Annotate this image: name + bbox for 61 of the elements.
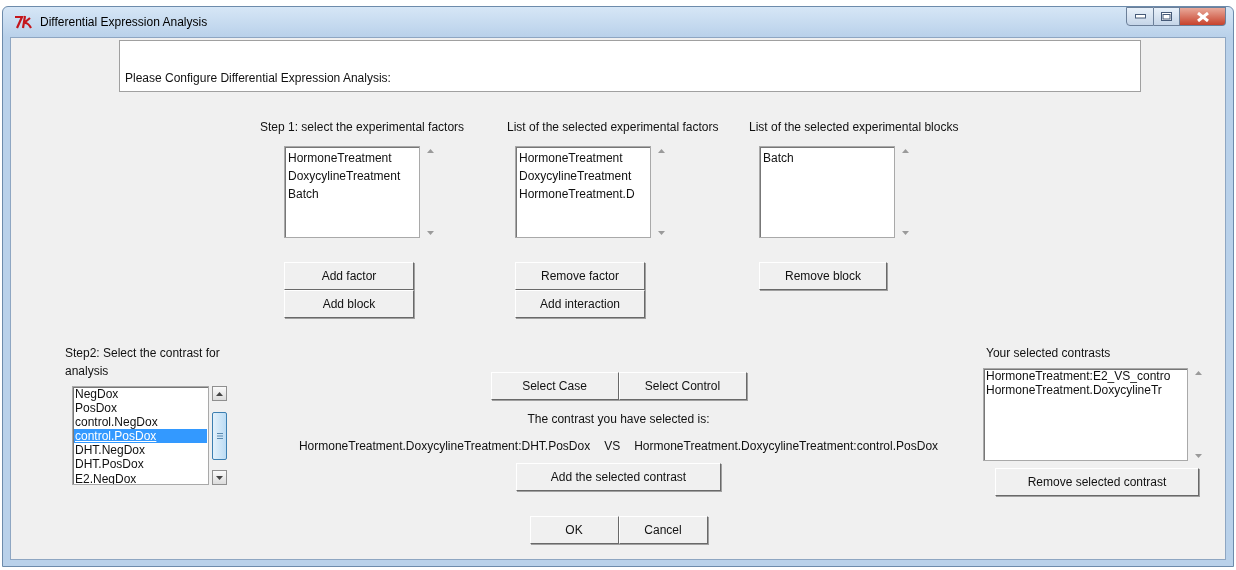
list-item[interactable]: HormoneTreatment (287, 149, 417, 167)
prompt-text: The contrast you have selected is: (527, 411, 710, 428)
list-item[interactable]: PosDox (74, 401, 207, 416)
column-label: List of the selected experimental factors (507, 119, 720, 136)
close-icon (1196, 11, 1209, 22)
list-item[interactable]: HormoneTreatment:E2_VS_contro (985, 369, 1186, 384)
list-item[interactable]: Batch (762, 149, 892, 167)
remove-contrast-button[interactable]: Remove selected contrast (995, 468, 1199, 496)
scroll-down-icon[interactable] (657, 231, 665, 235)
list-item[interactable]: HormoneTreatment.D (518, 185, 648, 203)
contrast-control: HormoneTreatment.DoxycylineTreatment:control.PosDox (634, 437, 939, 455)
vs-text: VS (604, 438, 621, 455)
scroll-down-icon[interactable] (901, 231, 909, 235)
scroll-thumb[interactable] (212, 411, 227, 460)
column-label: List of the selected experimental blocks (749, 119, 960, 136)
list-item[interactable]: DHT.PosDox (74, 457, 207, 472)
column-label: Step 1: select the experimental factors (260, 119, 466, 136)
list-box[interactable]: HormoneTreatment DoxycylineTreatment HormoneTreatment.D (515, 146, 651, 238)
list-item[interactable]: HormoneTreatment (518, 149, 648, 167)
list-item[interactable]: NegDox (74, 387, 207, 402)
window-title: Differential Expression Analysis (40, 14, 208, 31)
scroll-up-icon[interactable] (901, 149, 909, 153)
list-box[interactable]: HormoneTreatment DoxycylineTreatment Batch (284, 146, 420, 238)
maximize-icon (1161, 12, 1172, 21)
list-item[interactable]: DHT.NegDox (74, 443, 207, 458)
action-button[interactable]: Add factor (284, 262, 414, 290)
contrast-case: HormoneTreatment.DoxycylineTreatment:DHT.PosDox (298, 438, 591, 455)
maximize-button[interactable] (1154, 7, 1180, 26)
scroll-down-icon[interactable] (1194, 454, 1202, 458)
section-label: Step2: Select the contrast for analysis (65, 345, 221, 380)
scroll-down-icon[interactable] (426, 231, 434, 235)
action-button[interactable]: Add block (284, 290, 414, 318)
dialog-button[interactable]: OK (529, 516, 619, 544)
scroll-up-button[interactable] (212, 386, 227, 401)
minimize-button[interactable] (1126, 7, 1154, 26)
action-button[interactable]: Select Case (490, 372, 619, 400)
scroll-up-icon[interactable] (1194, 371, 1202, 375)
header-text: Please Configure Differential Expression Analysis: (125, 70, 391, 87)
minimize-icon (1134, 14, 1146, 19)
action-button[interactable]: Remove factor (515, 262, 645, 290)
feather-icon (14, 15, 34, 29)
action-button[interactable]: Add interaction (515, 290, 645, 318)
list-box[interactable]: Batch (759, 146, 895, 238)
scroll-down-icon (216, 475, 223, 480)
close-button[interactable] (1180, 7, 1226, 26)
scroll-down-button[interactable] (212, 470, 227, 485)
add-contrast-button[interactable]: Add the selected contrast (516, 463, 721, 491)
list-box[interactable]: HormoneTreatment:E2_VS_contro HormoneTreatment.DoxycylineTr (983, 368, 1188, 461)
scroll-up-icon[interactable] (426, 149, 434, 153)
list-item[interactable]: control.NegDox (74, 415, 207, 430)
dialog-button[interactable]: Cancel (618, 516, 708, 544)
action-button[interactable]: Remove block (759, 262, 887, 290)
action-button[interactable]: Select Control (618, 372, 747, 400)
list-item[interactable]: DoxycylineTreatment (518, 167, 648, 185)
list-item[interactable]: HormoneTreatment.DoxycylineTr (985, 383, 1186, 398)
list-item[interactable]: Batch (287, 185, 417, 203)
scroll-up-icon[interactable] (657, 149, 665, 153)
section-label: Your selected contrasts (986, 345, 1112, 362)
grip-icon (216, 432, 223, 439)
scroll-up-icon (216, 391, 223, 396)
list-item[interactable]: DoxycylineTreatment (287, 167, 417, 185)
